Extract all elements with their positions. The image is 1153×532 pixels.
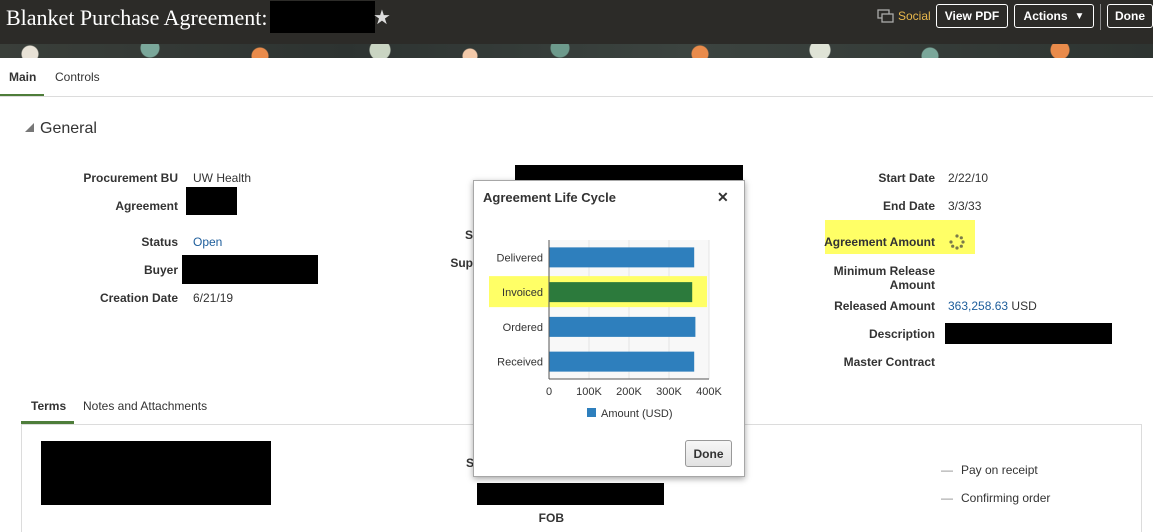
x-tick-label: 100K xyxy=(576,386,602,398)
start-date-label: Start Date xyxy=(878,171,935,185)
x-tick-label: 400K xyxy=(696,386,722,398)
chevron-down-icon: ▼ xyxy=(1074,10,1085,22)
header-divider xyxy=(1100,4,1101,30)
confirming-order-dash: — xyxy=(941,491,953,505)
legend-swatch xyxy=(587,408,596,417)
status-label: Status xyxy=(141,235,178,249)
confirming-order-value: Confirming order xyxy=(961,491,1051,505)
actions-label: Actions xyxy=(1023,9,1068,23)
procurement-bu-label: Procurement BU xyxy=(83,171,178,185)
released-amount-label: Released Amount xyxy=(834,299,935,313)
page-title: Blanket Purchase Agreement: xyxy=(6,5,268,30)
category-label: Received xyxy=(497,357,543,369)
redacted-agreement-value xyxy=(186,187,237,215)
fob-label: FOB xyxy=(538,511,564,525)
start-date-value: 2/22/10 xyxy=(948,171,989,185)
social-icon[interactable] xyxy=(877,9,894,27)
category-label: Delivered xyxy=(497,252,543,264)
dialog-done-button[interactable]: Done xyxy=(685,440,732,467)
legend-label: Amount (USD) xyxy=(601,408,673,420)
done-button[interactable]: Done xyxy=(1107,4,1153,28)
agreement-amount-label: Agreement Amount xyxy=(824,235,935,249)
status-value-link[interactable]: Open xyxy=(193,235,222,249)
actions-button[interactable]: Actions ▼ xyxy=(1014,4,1094,28)
pay-on-receipt-value: Pay on receipt xyxy=(961,463,1038,477)
bar-invoiced xyxy=(549,282,693,303)
released-amount-value: 363,258.63 USD xyxy=(948,299,1037,313)
x-tick-label: 300K xyxy=(656,386,682,398)
creation-date-value: 6/21/19 xyxy=(193,291,234,305)
dialog-title: Agreement Life Cycle xyxy=(483,190,616,205)
description-label: Description xyxy=(868,327,935,341)
redacted-agreement-number xyxy=(270,1,375,33)
category-label: Invoiced xyxy=(502,287,543,299)
tab-notes-attachments[interactable]: Notes and Attachments xyxy=(83,399,207,413)
agreement-label: Agreement xyxy=(115,199,178,213)
favorite-star-icon[interactable]: ★ xyxy=(373,5,391,30)
tab-terms[interactable]: Terms xyxy=(31,399,66,413)
view-pdf-button[interactable]: View PDF xyxy=(936,4,1008,28)
released-amount-currency: USD xyxy=(1011,299,1037,313)
loading-spinner-icon[interactable] xyxy=(949,234,965,253)
redacted-terms-block xyxy=(41,441,271,505)
tab-main[interactable]: Main xyxy=(9,70,36,84)
category-label: Ordered xyxy=(503,322,543,334)
partial-label-supplier: Sup xyxy=(450,256,473,270)
released-amount-link[interactable]: 363,258.63 xyxy=(948,299,1008,313)
tabs-divider xyxy=(0,96,1153,97)
min-release-label-line1: Minimum Release xyxy=(833,264,935,278)
procurement-bu-value: UW Health xyxy=(193,171,252,185)
bar-delivered xyxy=(549,247,695,268)
header-banner-image xyxy=(0,44,1153,58)
bar-ordered xyxy=(549,316,696,337)
redacted-buyer-value xyxy=(182,255,318,284)
redacted-description-value xyxy=(945,323,1112,344)
min-release-label-line2: Amount xyxy=(889,278,935,292)
end-date-label: End Date xyxy=(882,199,935,213)
partial-label-s: S xyxy=(464,228,473,242)
end-date-value: 3/3/33 xyxy=(948,199,982,213)
life-cycle-chart: 0 100K 200K 300K 400K Delivered Invoiced Ordere… xyxy=(489,240,723,420)
section-title-general: General xyxy=(40,120,97,137)
x-tick-label: 0 xyxy=(546,386,552,398)
buyer-label: Buyer xyxy=(143,263,178,277)
close-icon[interactable]: ✕ xyxy=(717,189,729,206)
bar-received xyxy=(549,351,695,372)
x-tick-label: 200K xyxy=(616,386,642,398)
pay-on-receipt-dash: — xyxy=(941,463,953,477)
master-contract-label: Master Contract xyxy=(843,355,935,369)
collapse-triangle-icon[interactable] xyxy=(24,122,35,136)
tab-controls[interactable]: Controls xyxy=(55,70,100,84)
redacted-bottom-value xyxy=(477,483,664,505)
social-link[interactable]: Social xyxy=(898,9,931,23)
creation-date-label: Creation Date xyxy=(99,291,178,305)
